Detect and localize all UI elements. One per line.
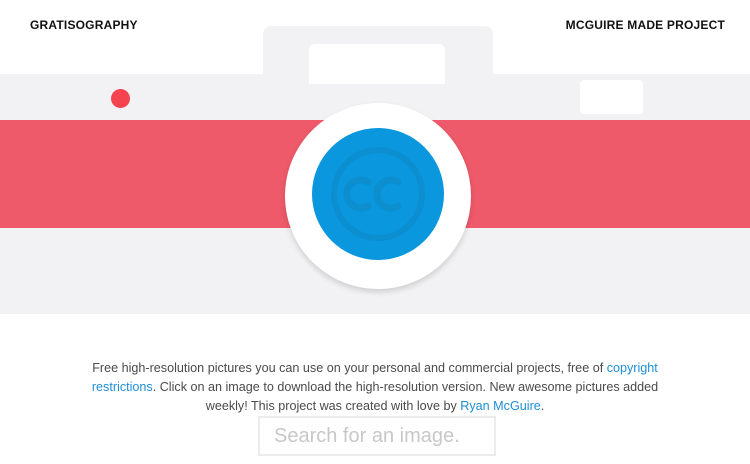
description-text-3: . [540, 398, 545, 413]
camera-record-dot [111, 89, 130, 108]
site-description: Free high-resolution pictures you can us… [78, 359, 672, 416]
brand-logo-link[interactable]: GRATISOGRAPHY [30, 18, 138, 32]
page: GRATISOGRAPHY MCGUIRE MADE PROJECT Free … [0, 0, 750, 464]
camera-viewfinder [580, 80, 643, 114]
ryan-mcguire-link[interactable]: Ryan McGuire [460, 399, 540, 413]
description-text-2: . Click on an image to download the high… [152, 379, 659, 413]
mcguire-made-project-link[interactable]: MCGUIRE MADE PROJECT [566, 18, 725, 32]
creative-commons-icon [331, 147, 425, 241]
camera-top-handle-cutout [309, 44, 445, 84]
description-text-1: Free high-resolution pictures you can us… [92, 360, 607, 375]
search-input[interactable] [258, 416, 496, 456]
